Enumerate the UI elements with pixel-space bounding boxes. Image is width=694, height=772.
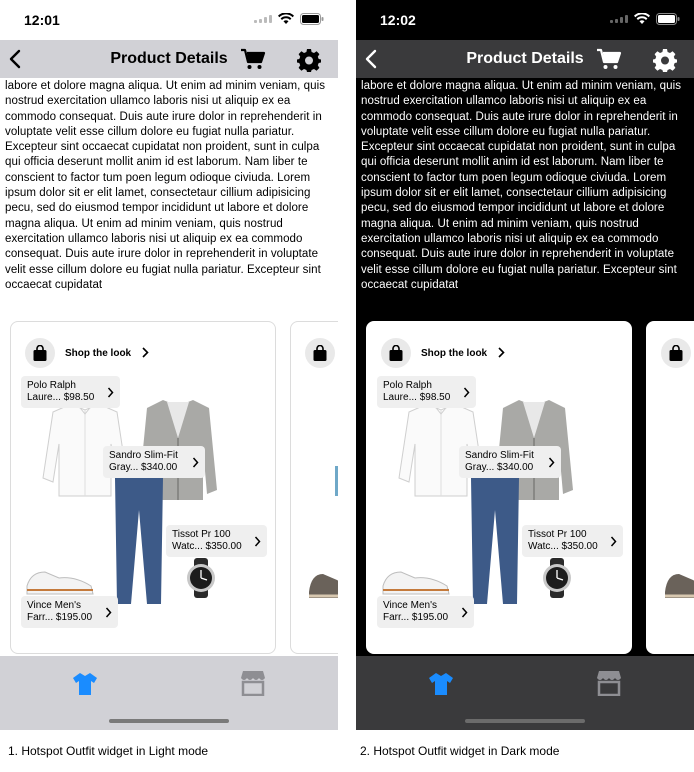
hotspot-name: Sandro Slim-Fit [465,450,534,461]
chevron-right-icon [548,457,555,468]
shop-look-icon-wrap[interactable] [25,338,55,368]
nav-bar: Product Details [356,40,694,78]
home-indicator [465,719,585,723]
caption-dark: 2. Hotspot Outfit widget in Dark mode [360,744,560,758]
shop-look-label[interactable]: Shop the look [65,348,131,359]
status-bar: 12:01 [0,0,338,40]
shop-look-icon-wrap[interactable] [381,338,411,368]
store-icon[interactable] [596,670,622,696]
hotspot-price: Laure... $98.50 [383,392,451,403]
blue-pants-image [115,478,163,604]
page-title: Product Details [466,50,584,67]
hotspot-price: Watc... $350.00 [172,541,242,552]
tab-bar [0,656,338,730]
chevron-right-icon [107,387,114,398]
chevron-right-icon [461,607,468,618]
watch-image [187,558,215,598]
brown-shoe-image [309,574,338,598]
battery-icon [656,13,680,25]
hotspot-price: Laure... $98.50 [27,392,95,403]
hotspot-name: Tissot Pr 100 [528,529,587,540]
shopping-bag-icon [33,344,47,361]
page-title: Product Details [110,50,228,67]
outfit-card-next[interactable] [646,321,694,654]
hotspot-tissot-watch[interactable]: Tissot Pr 100 Watc... $350.00 [522,525,623,557]
shop-look-icon-wrap[interactable] [305,338,335,368]
hotspot-name: Vince Men's [383,600,437,611]
shopping-bag-icon [389,344,403,361]
tshirt-icon[interactable] [72,672,98,696]
white-sneakers-image [26,571,94,595]
hotspot-name: Sandro Slim-Fit [109,450,178,461]
hotspot-price: Watc... $350.00 [528,541,598,552]
shop-look-icon-wrap[interactable] [661,338,691,368]
battery-icon [300,13,324,25]
chevron-right-icon[interactable] [141,347,149,358]
hotspot-sandro-blazer[interactable]: Sandro Slim-Fit Gray... $340.00 [459,446,561,478]
home-indicator [109,719,229,723]
blue-pants-image [471,478,519,604]
outfit-card-next[interactable] [290,321,338,654]
brown-shoe-image [665,574,694,598]
outfit-card: Shop the look Polo Ralph Laure... $98.50… [366,321,632,654]
hotspot-price: Gray... $340.00 [109,462,178,473]
wifi-icon [634,13,650,24]
chevron-right-icon [192,457,199,468]
signal-icon [254,15,272,23]
hotspot-name: Polo Ralph [27,380,76,391]
hotspot-polo-ralph[interactable]: Polo Ralph Laure... $98.50 [21,376,120,408]
shopping-bag-icon [669,344,683,361]
shop-look-label[interactable]: Shop the look [421,348,487,359]
chevron-right-icon [105,607,112,618]
hotspot-polo-ralph[interactable]: Polo Ralph Laure... $98.50 [377,376,476,408]
gear-icon[interactable] [297,48,321,72]
outfit-carousel[interactable]: Shop the look Polo Ralph Laure... $98.50… [0,321,338,656]
outfit-card: Shop the look Polo Ralph Laure... $98.50… [10,321,276,654]
hotspot-name: Polo Ralph [383,380,432,391]
wifi-icon [278,13,294,24]
tshirt-icon[interactable] [428,672,454,696]
chevron-right-icon [463,387,470,398]
outfit-carousel[interactable]: Shop the look Polo Ralph Laure... $98.50… [356,321,694,656]
chevron-right-icon [610,536,617,547]
white-sneakers-image [382,571,450,595]
hotspot-price: Farr... $195.00 [27,612,93,623]
tab-bar [356,656,694,730]
status-icons [254,13,324,25]
hotspot-name: Tissot Pr 100 [172,529,231,540]
hotspot-price: Farr... $195.00 [383,612,449,623]
chevron-left-icon[interactable] [6,48,26,70]
chevron-right-icon[interactable] [497,347,505,358]
light-mode-screen: 12:01 Product Details labore et dolore m… [0,0,338,730]
hotspot-sandro-blazer[interactable]: Sandro Slim-Fit Gray... $340.00 [103,446,205,478]
chevron-left-icon[interactable] [362,48,382,70]
shopping-bag-icon [313,344,327,361]
cart-icon[interactable] [596,48,622,70]
nav-bar: Product Details [0,40,338,78]
status-bar: 12:02 [356,0,694,40]
hotspot-vince-sneakers[interactable]: Vince Men's Farr... $195.00 [377,596,474,628]
hotspot-tissot-watch[interactable]: Tissot Pr 100 Watc... $350.00 [166,525,267,557]
product-description: labore et dolore magna aliqua. Ut enim a… [5,80,326,291]
hotspot-vince-sneakers[interactable]: Vince Men's Farr... $195.00 [21,596,118,628]
status-time: 12:01 [24,12,60,28]
store-icon[interactable] [240,670,266,696]
watch-image [543,558,571,598]
status-icons [610,13,680,25]
cart-icon[interactable] [240,48,266,70]
hotspot-name: Vince Men's [27,600,81,611]
gear-icon[interactable] [653,48,677,72]
hotspot-price: Gray... $340.00 [465,462,534,473]
signal-icon [610,15,628,23]
partial-item-image [335,466,338,496]
status-time: 12:02 [380,12,416,28]
dark-mode-screen: 12:02 Product Details labore et dolore m… [356,0,694,730]
chevron-right-icon [254,536,261,547]
caption-light: 1. Hotspot Outfit widget in Light mode [8,744,209,758]
product-description: labore et dolore magna aliqua. Ut enim a… [361,80,682,291]
